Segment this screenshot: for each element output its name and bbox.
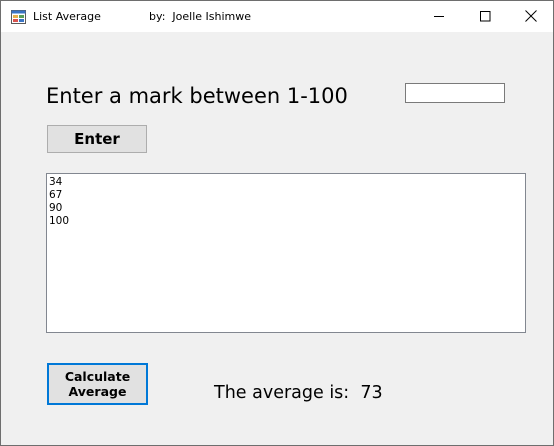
maximize-button[interactable]	[462, 1, 508, 32]
calculate-button-line1: Calculate	[64, 369, 131, 384]
title-bar[interactable]: List Average by: Joelle Ishimwe	[1, 1, 553, 32]
list-item[interactable]: 90	[49, 202, 523, 215]
average-result: The average is: 73	[214, 383, 383, 403]
average-result-value: 73	[360, 383, 383, 403]
calculate-average-button[interactable]: Calculate Average	[47, 363, 148, 405]
calculate-button-line2: Average	[68, 384, 127, 399]
maximize-icon	[479, 7, 491, 26]
app-icon	[11, 9, 26, 24]
mark-input[interactable]	[405, 83, 505, 103]
close-button[interactable]	[508, 1, 554, 32]
minimize-button[interactable]	[416, 1, 462, 32]
close-icon	[525, 7, 537, 26]
list-item[interactable]: 34	[49, 176, 523, 189]
average-result-label: The average is:	[214, 383, 350, 403]
app-window: List Average by: Joelle Ishimwe Enter a …	[0, 0, 554, 446]
marks-listbox[interactable]: 34 67 90 100	[46, 173, 526, 333]
mark-prompt-label: Enter a mark between 1-100	[46, 84, 348, 108]
minimize-icon	[433, 7, 445, 26]
window-title: List Average	[33, 10, 101, 23]
enter-button[interactable]: Enter	[47, 125, 147, 153]
list-item[interactable]: 100	[49, 215, 523, 228]
list-item[interactable]: 67	[49, 189, 523, 202]
author-label: by: Joelle Ishimwe	[149, 10, 251, 23]
